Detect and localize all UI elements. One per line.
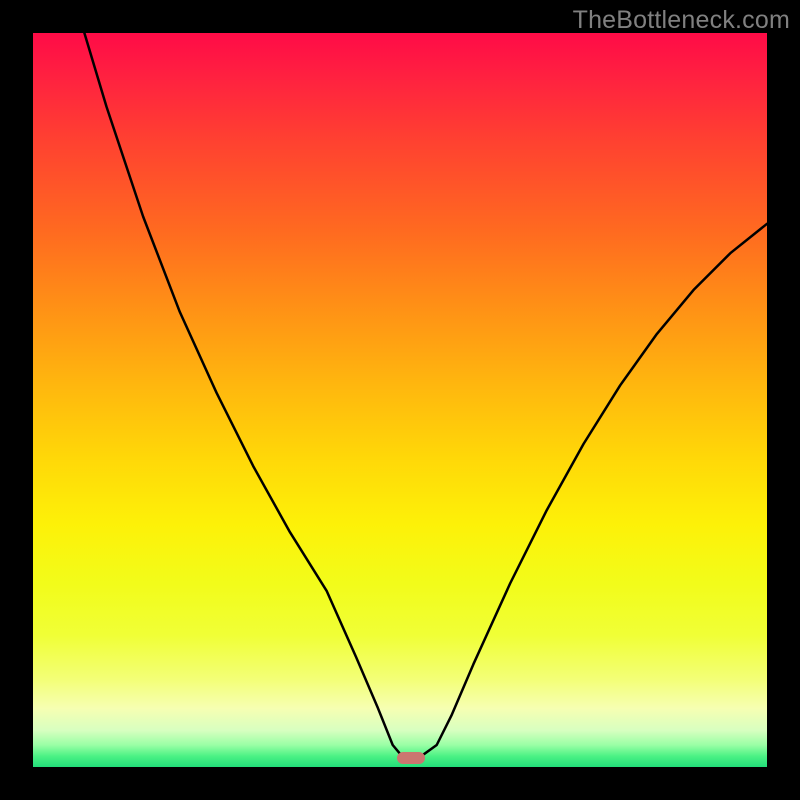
- watermark-text: TheBottleneck.com: [573, 6, 790, 35]
- curve-path: [84, 33, 767, 758]
- plot-area: [33, 33, 767, 767]
- optimal-marker: [397, 752, 425, 764]
- chart-stage: TheBottleneck.com: [0, 0, 800, 800]
- bottleneck-curve: [33, 33, 767, 767]
